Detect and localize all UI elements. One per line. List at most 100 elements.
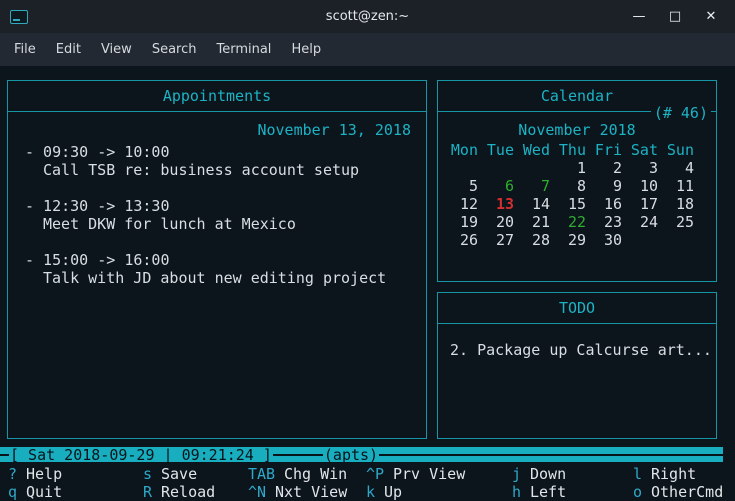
calendar-day: 2: [594, 159, 630, 177]
todo-header: TODO: [438, 293, 716, 324]
statusbar-dash: [0, 454, 9, 456]
calendar-day-header: Fri: [594, 141, 630, 159]
calendar-day: 7: [522, 177, 558, 195]
calendar-day: 20: [486, 213, 522, 231]
calendar-month-label: November 2018: [438, 121, 716, 139]
key-action: Right: [651, 465, 696, 483]
key-action: Reload: [161, 483, 215, 501]
calendar-day: [666, 231, 702, 249]
statusbar-dash: [379, 454, 723, 456]
calendar-day: 11: [666, 177, 702, 195]
calendar-grid: Mon Tue Wed Thu Fri Sat Sun 1 2 3 4 5 6 …: [450, 141, 702, 249]
calendar-day: 15: [558, 195, 594, 213]
calendar-day: 9: [594, 177, 630, 195]
key-hint: R: [143, 483, 152, 501]
appointments-title: Appointments: [163, 87, 271, 105]
calendar-day-header: Mon: [450, 141, 486, 159]
appointments-date: November 13, 2018: [8, 121, 426, 139]
calendar-day-header: Sat: [630, 141, 666, 159]
key-hint: l: [633, 465, 642, 483]
terminal-icon-prompt: [13, 19, 20, 21]
keybar-row-1: ? Help s Save TAB Chg Win ^P Prv View j …: [0, 465, 735, 483]
calendar-day: 4: [666, 159, 702, 177]
calendar-day: 16: [594, 195, 630, 213]
appointment-entry: - 15:00 -> 16:00 Talk with JD about new …: [8, 251, 426, 287]
week-number-badge: (# 46): [651, 105, 711, 121]
appointment-desc: Meet DKW for lunch at Mexico: [8, 215, 426, 233]
menu-help[interactable]: Help: [288, 40, 324, 59]
calendar-day: 5: [450, 177, 486, 195]
calendar-day-header: Wed: [522, 141, 558, 159]
key-action: Left: [530, 483, 566, 501]
appointment-time: - 09:30 -> 10:00: [8, 143, 426, 161]
key-hint: ?: [8, 465, 17, 483]
terminal-app-icon[interactable]: [10, 10, 28, 24]
terminal-screen[interactable]: Appointments November 13, 2018 - 09:30 -…: [0, 66, 735, 501]
calendar-day: 1: [558, 159, 594, 177]
appointments-panel: Appointments November 13, 2018 - 09:30 -…: [7, 80, 427, 439]
calendar-day: 6: [486, 177, 522, 195]
maximize-button[interactable]: □: [661, 5, 689, 29]
calendar-day: 3: [630, 159, 666, 177]
key-hint: ^P: [366, 465, 384, 483]
key-action: Down: [530, 465, 566, 483]
key-hint: j: [512, 465, 521, 483]
calendar-day: 27: [486, 231, 522, 249]
calendar-day: 8: [558, 177, 594, 195]
key-hint: TAB: [248, 465, 275, 483]
calendar-panel: Calendar (# 46) November 2018 Mon Tue We…: [437, 80, 717, 282]
key-action: OtherCmd: [651, 483, 723, 501]
calendar-day: 24: [630, 213, 666, 231]
key-action: Up: [384, 483, 402, 501]
key-hint: ^N: [248, 483, 266, 501]
key-action: Save: [161, 465, 197, 483]
calendar-day: 19: [450, 213, 486, 231]
menu-search[interactable]: Search: [149, 40, 200, 59]
menu-file[interactable]: File: [11, 40, 39, 59]
key-action: Prv View: [393, 465, 465, 483]
appointment-time: - 15:00 -> 16:00: [8, 251, 426, 269]
menu-view[interactable]: View: [98, 40, 135, 59]
titlebar[interactable]: scott@zen:~ — □ ✕: [0, 0, 735, 33]
calendar-day-header: Sun: [666, 141, 702, 159]
menu-edit[interactable]: Edit: [53, 40, 84, 59]
calendar-day: 23: [594, 213, 630, 231]
calendar-day: 21: [522, 213, 558, 231]
calendar-day: 13: [486, 195, 522, 213]
key-hint: o: [633, 483, 642, 501]
window-controls: — □ ✕: [625, 5, 725, 29]
calendar-day: [522, 159, 558, 177]
statusbar-dash: [273, 454, 323, 456]
status-datetime: [ Sat 2018-09-29 | 09:21:24 ]: [9, 446, 273, 464]
calendar-day: 30: [594, 231, 630, 249]
appointment-desc: Call TSB re: business account setup: [8, 161, 426, 179]
calendar-day: 18: [666, 195, 702, 213]
calendar-day: 17: [630, 195, 666, 213]
calendar-day: 25: [666, 213, 702, 231]
todo-item: 2. Package up Calcurse art...: [438, 341, 716, 359]
calendar-day: 22: [558, 213, 594, 231]
keybar-row-2: q Quit R Reload ^N Nxt View k Up h Left …: [0, 483, 735, 501]
key-action: Chg Win: [284, 465, 347, 483]
todo-title: TODO: [559, 299, 595, 317]
menu-bar: File Edit View Search Terminal Help: [0, 33, 735, 66]
calendar-day: 14: [522, 195, 558, 213]
minimize-button[interactable]: —: [625, 5, 653, 29]
close-button[interactable]: ✕: [697, 5, 725, 29]
status-view-label: (apts): [323, 446, 379, 464]
key-hint: k: [366, 483, 375, 501]
terminal-window: scott@zen:~ — □ ✕ File Edit View Search …: [0, 0, 735, 501]
appointments-header: Appointments: [8, 81, 426, 112]
appointment-desc: Talk with JD about new editing project: [8, 269, 426, 287]
calendar-day: [630, 231, 666, 249]
appointment-entry: - 12:30 -> 13:30 Meet DKW for lunch at M…: [8, 197, 426, 233]
key-hint: q: [8, 483, 17, 501]
calendar-day-header: Thu: [558, 141, 594, 159]
appointment-time: - 12:30 -> 13:30: [8, 197, 426, 215]
menu-terminal[interactable]: Terminal: [213, 40, 274, 59]
calendar-day: 28: [522, 231, 558, 249]
appointment-entry: - 09:30 -> 10:00 Call TSB re: business a…: [8, 143, 426, 179]
key-hint: h: [512, 483, 521, 501]
calendar-day: 26: [450, 231, 486, 249]
calendar-day-header: Tue: [486, 141, 522, 159]
